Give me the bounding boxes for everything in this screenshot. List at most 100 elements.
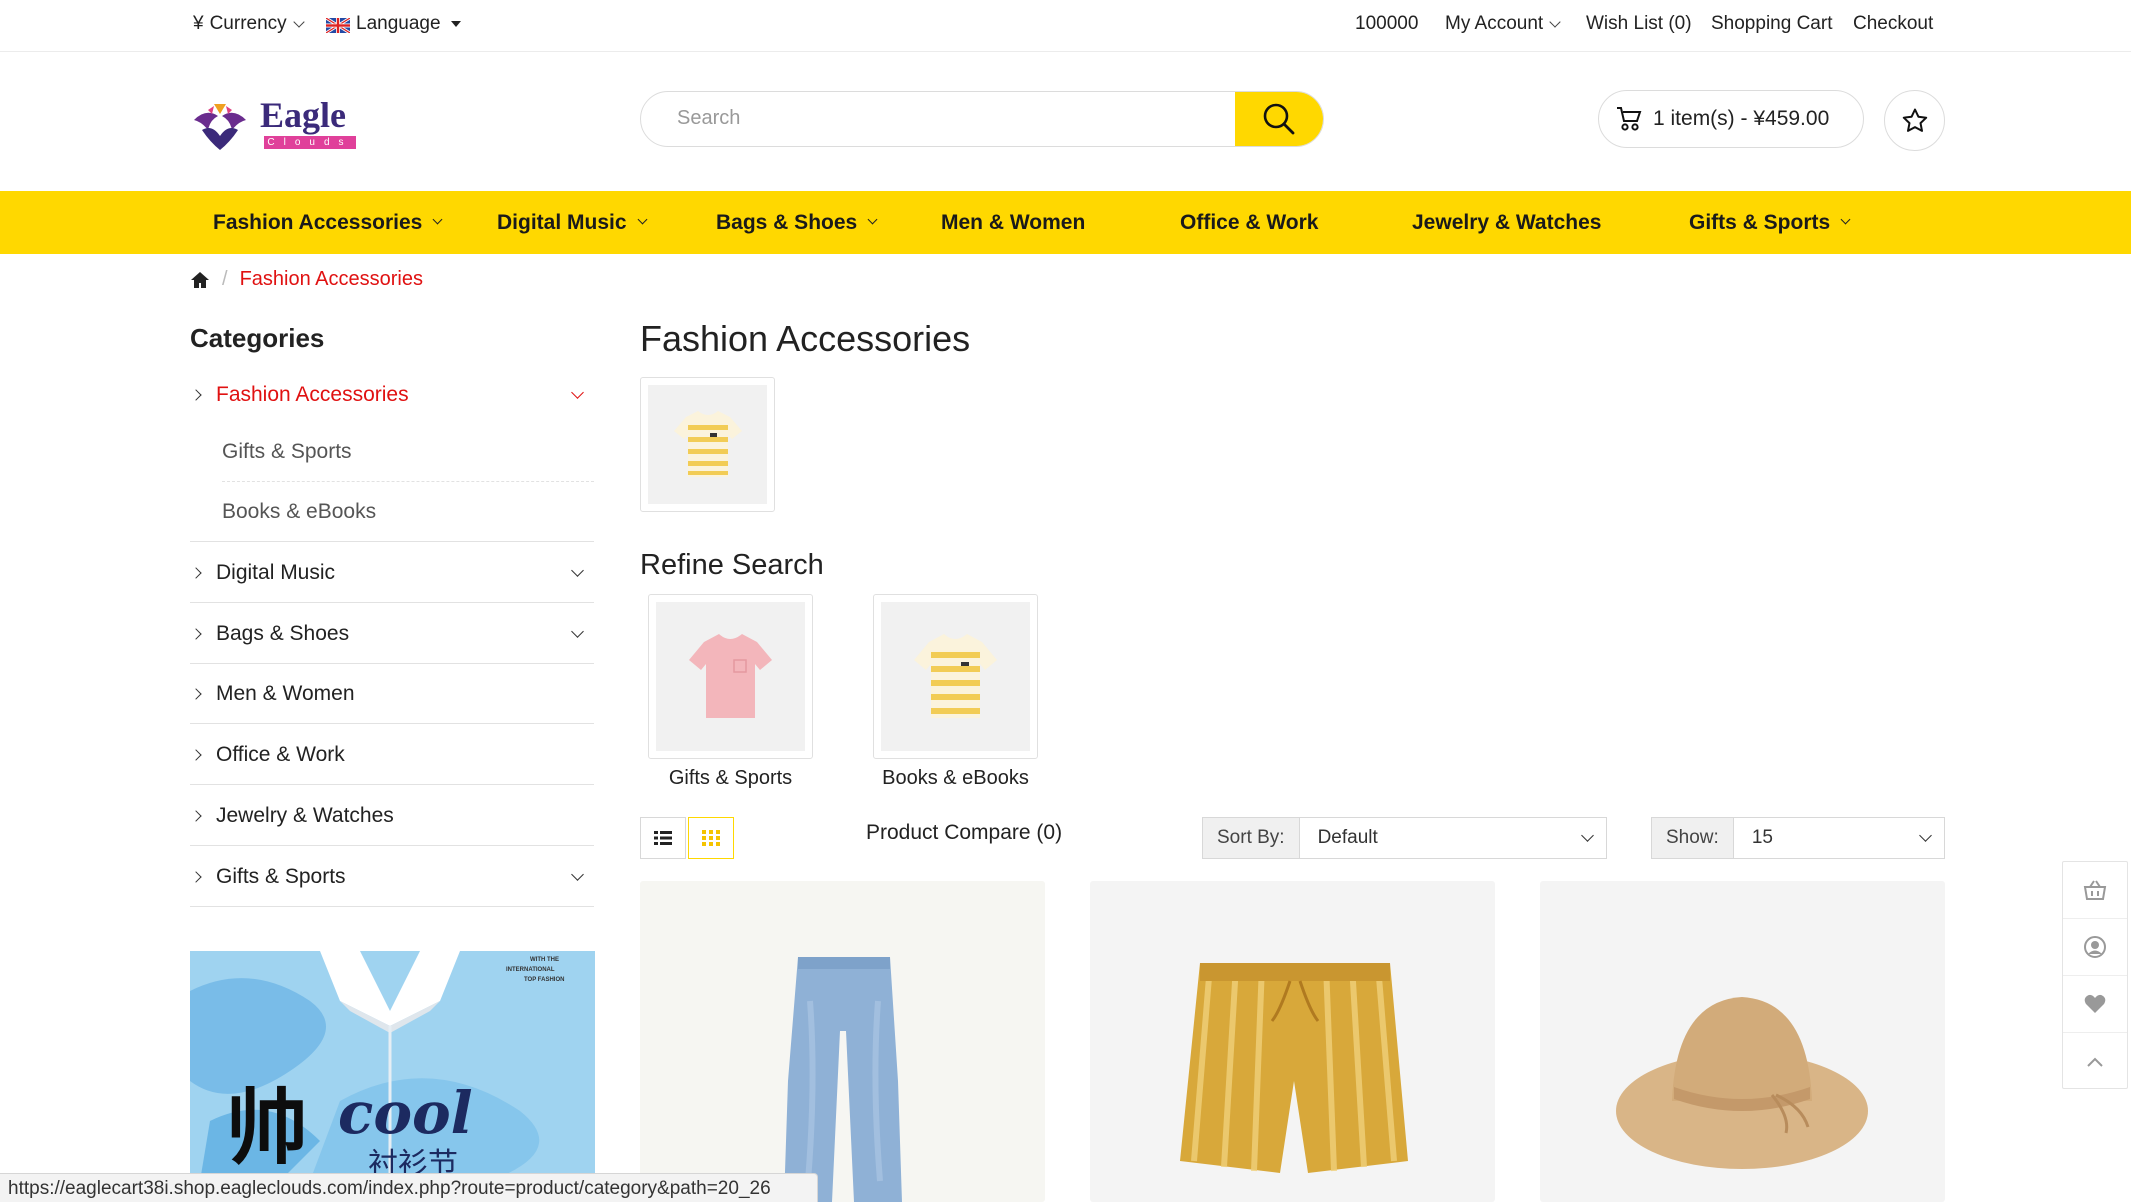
- chevron-up-icon: [2087, 1057, 2103, 1067]
- chevron-right-icon: [190, 567, 202, 579]
- sidebar-item-digital-music[interactable]: Digital Music: [190, 558, 594, 588]
- straw-hat-image: [1616, 997, 1868, 1169]
- banner-text-3: TOP FASHION: [524, 977, 565, 983]
- sidebar-subitem-gifts-sports[interactable]: Gifts & Sports: [222, 440, 352, 464]
- chevron-down-icon: [1549, 15, 1561, 28]
- product-card[interactable]: [640, 881, 1045, 1202]
- sidebar-item-label: Office & Work: [216, 743, 345, 766]
- nav-label: Digital Music: [497, 210, 627, 234]
- product-card[interactable]: [1090, 881, 1495, 1202]
- search-icon: [1263, 103, 1295, 135]
- divider: [190, 663, 594, 664]
- divider: [222, 481, 594, 482]
- chevron-down-icon[interactable]: [571, 868, 584, 881]
- cart-icon: [1617, 107, 1642, 131]
- refine-image-books-ebooks[interactable]: [873, 594, 1038, 759]
- sidebar-item-bags-shoes[interactable]: Bags & Shoes: [190, 619, 594, 649]
- refine-search-heading: Refine Search: [640, 549, 824, 581]
- home-icon[interactable]: [190, 271, 210, 289]
- nav-digital-music[interactable]: Digital Music: [497, 191, 647, 254]
- currency-label: Currency: [209, 13, 287, 34]
- chevron-down-icon: [432, 214, 443, 225]
- jeans-image: [784, 957, 902, 1202]
- divider: [190, 784, 594, 785]
- product-compare-link[interactable]: Product Compare (0): [866, 821, 1062, 845]
- sidebar-item-office-work[interactable]: Office & Work: [190, 740, 594, 770]
- my-account-label: My Account: [1445, 13, 1544, 34]
- sort-select[interactable]: Sort By: Default: [1202, 817, 1607, 859]
- nav-office-work[interactable]: Office & Work: [1180, 191, 1318, 254]
- list-view-button[interactable]: [640, 817, 686, 859]
- chevron-down-icon[interactable]: [571, 564, 584, 577]
- cart-button[interactable]: 1 item(s) - ¥459.00: [1598, 90, 1864, 148]
- nav-fashion-accessories[interactable]: Fashion Accessories: [213, 191, 443, 254]
- nav-men-women[interactable]: Men & Women: [941, 191, 1085, 254]
- chevron-down-icon: [1840, 214, 1851, 225]
- main-nav: Fashion Accessories Digital Music Bags &…: [0, 191, 2131, 254]
- show-select[interactable]: Show: 15: [1651, 817, 1945, 859]
- chevron-down-icon[interactable]: [571, 625, 584, 638]
- floating-toolbar: [2062, 861, 2128, 1089]
- product-card[interactable]: [1540, 881, 1945, 1202]
- sidebar-item-fashion-accessories[interactable]: Fashion Accessories: [190, 380, 594, 410]
- chevron-right-icon: [190, 389, 202, 401]
- show-label: Show:: [1652, 818, 1734, 858]
- top-bar: ¥ Currency Language 100000 My Account Wi…: [0, 0, 2131, 52]
- scroll-top-button[interactable]: [2063, 1033, 2127, 1090]
- nav-label: Office & Work: [1180, 210, 1319, 234]
- chevron-down-icon[interactable]: [571, 386, 584, 399]
- language-dropdown[interactable]: Language: [325, 13, 461, 35]
- refine-label-books-ebooks[interactable]: Books & eBooks: [873, 767, 1038, 790]
- checkout-link[interactable]: Checkout: [1853, 13, 1933, 35]
- wish-list-link[interactable]: Wish List (0): [1586, 13, 1692, 35]
- categories-heading: Categories: [190, 323, 325, 353]
- grid-view-button[interactable]: [688, 817, 734, 859]
- cart-summary: 1 item(s) - ¥459.00: [1653, 107, 1830, 130]
- banner-text-2: INTERNATIONAL: [506, 967, 555, 973]
- shopping-cart-link[interactable]: Shopping Cart: [1711, 13, 1832, 35]
- refine-label-gifts-sports[interactable]: Gifts & Sports: [648, 767, 813, 790]
- sidebar-item-label: Digital Music: [216, 561, 336, 584]
- float-cart-button[interactable]: [2063, 862, 2127, 919]
- sidebar-item-label: Gifts & Sports: [216, 865, 346, 888]
- sidebar-promo-banner[interactable]: WITH THE INTERNATIONAL TOP FASHION 帅 coo…: [190, 951, 595, 1181]
- chevron-right-icon: [190, 871, 202, 883]
- striped-tshirt-image: [914, 634, 997, 718]
- nav-label: Fashion Accessories: [213, 210, 423, 234]
- caret-down-icon: [450, 21, 461, 27]
- nav-gifts-sports[interactable]: Gifts & Sports: [1689, 191, 1851, 254]
- search-button[interactable]: [1235, 92, 1323, 146]
- float-account-button[interactable]: [2063, 919, 2127, 976]
- nav-label: Men & Women: [941, 210, 1086, 234]
- sidebar-item-men-women[interactable]: Men & Women: [190, 679, 594, 709]
- banner-text-1: WITH THE: [530, 957, 559, 963]
- divider: [190, 723, 594, 724]
- list-icon: [654, 831, 672, 845]
- divider: [190, 845, 594, 846]
- nav-label: Jewelry & Watches: [1412, 210, 1602, 234]
- refine-image-gifts-sports[interactable]: [648, 594, 813, 759]
- category-image: [640, 377, 775, 512]
- nav-jewelry-watches[interactable]: Jewelry & Watches: [1412, 191, 1601, 254]
- breadcrumb-separator: /: [222, 268, 228, 290]
- show-value: 15: [1751, 827, 1773, 848]
- site-logo[interactable]: Eagle Clouds: [190, 90, 360, 154]
- nav-label: Bags & Shoes: [716, 210, 858, 234]
- sidebar-item-jewelry-watches[interactable]: Jewelry & Watches: [190, 801, 594, 831]
- my-account-dropdown[interactable]: My Account: [1445, 13, 1561, 35]
- currency-symbol: ¥: [193, 13, 204, 34]
- chevron-down-icon: [292, 15, 305, 28]
- banner-big-char: 帅: [226, 1081, 309, 1176]
- search-input[interactable]: [677, 92, 1237, 145]
- breadcrumb-current[interactable]: Fashion Accessories: [240, 268, 423, 291]
- chevron-right-icon: [190, 810, 202, 822]
- sidebar-subitem-books-ebooks[interactable]: Books & eBooks: [222, 500, 376, 524]
- sidebar-item-gifts-sports[interactable]: Gifts & Sports: [190, 862, 594, 892]
- nav-bags-shoes[interactable]: Bags & Shoes: [716, 191, 878, 254]
- float-wishlist-button[interactable]: [2063, 976, 2127, 1033]
- account-number: 100000: [1355, 13, 1419, 34]
- wishlist-button[interactable]: [1884, 90, 1945, 151]
- divider: [190, 541, 594, 542]
- currency-dropdown[interactable]: ¥ Currency: [193, 13, 305, 35]
- sidebar-item-label: Bags & Shoes: [216, 622, 350, 645]
